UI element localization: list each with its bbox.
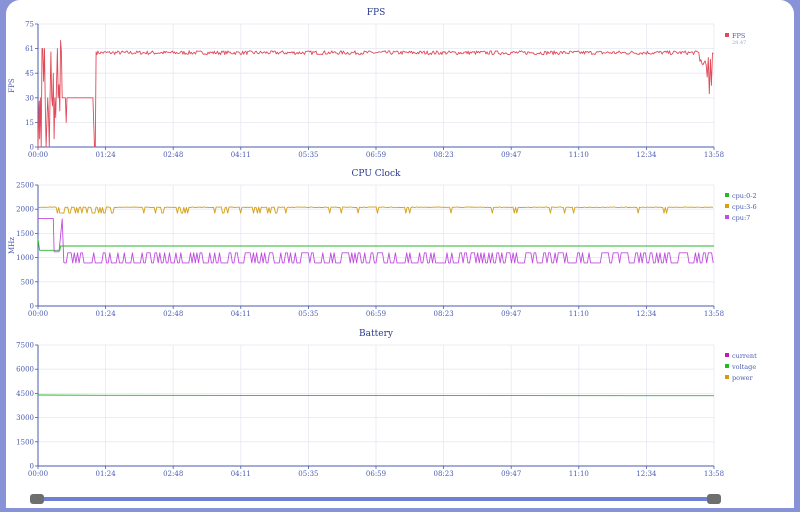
x-tick-label: 00:00 — [28, 470, 48, 478]
x-tick-label: 13:58 — [704, 470, 724, 478]
x-tick-label: 05:35 — [298, 310, 318, 318]
x-tick-label: 05:35 — [298, 151, 318, 159]
x-tick-label: 13:58 — [704, 151, 724, 159]
x-tick-label: 09:47 — [501, 310, 521, 318]
x-tick-label: 08:23 — [434, 151, 454, 159]
y-tick-label: 45 — [25, 70, 34, 78]
x-tick-label: 11:10 — [569, 151, 589, 159]
chart-title: CPU Clock — [352, 169, 401, 179]
zoom-slider-track — [36, 497, 716, 501]
legend-label: current — [732, 352, 757, 360]
y-tick-label: 2500 — [16, 182, 34, 190]
legend-label: FPS — [732, 32, 745, 40]
y-tick-label: 1500 — [16, 230, 34, 238]
y-tick-label: 500 — [21, 278, 34, 286]
y-tick-label: 4500 — [16, 390, 34, 398]
x-tick-label: 12:34 — [636, 310, 657, 318]
zoom-slider-handle-right[interactable] — [707, 494, 721, 504]
x-tick-label: 04:11 — [231, 470, 251, 478]
x-tick-label: 13:58 — [704, 310, 724, 318]
legend-swatch — [725, 364, 729, 368]
cpu36-series-line — [37, 206, 714, 214]
y-axis-label: MHz — [8, 237, 16, 254]
x-tick-label: 01:24 — [96, 151, 117, 159]
legend-label: cpu:7 — [732, 214, 750, 222]
x-tick-label: 11:10 — [569, 310, 589, 318]
x-tick-label: 06:59 — [366, 310, 386, 318]
x-tick-label: 06:59 — [366, 470, 386, 478]
y-tick-label: 2000 — [16, 206, 34, 214]
x-tick-label: 09:47 — [501, 151, 521, 159]
legend-swatch — [725, 375, 729, 379]
legend-swatch — [725, 33, 729, 37]
legend-label: voltage — [731, 363, 756, 371]
chart-title: FPS — [367, 8, 385, 18]
legend-swatch — [725, 193, 729, 197]
legend-swatch — [725, 215, 729, 219]
x-tick-label: 12:34 — [636, 151, 657, 159]
y-axis-label: FPS — [8, 78, 16, 93]
legend-swatch — [725, 353, 729, 357]
legend-value: 28.47 — [732, 40, 746, 46]
legend-label: cpu:0-2 — [732, 192, 757, 200]
legend-swatch — [725, 204, 729, 208]
x-tick-label: 06:59 — [366, 151, 386, 159]
x-tick-label: 05:35 — [298, 470, 318, 478]
x-tick-label: 02:48 — [163, 310, 183, 318]
x-tick-label: 02:48 — [163, 151, 183, 159]
x-tick-label: 08:23 — [434, 310, 454, 318]
y-tick-label: 75 — [25, 21, 34, 29]
legend-label: cpu:3-6 — [732, 203, 757, 211]
y-tick-label: 61 — [25, 45, 34, 53]
x-tick-label: 08:23 — [434, 470, 454, 478]
x-tick-label: 09:47 — [501, 470, 521, 478]
y-tick-label: 30 — [25, 94, 34, 102]
y-tick-label: 3000 — [16, 414, 34, 422]
charts-svg: FPS0153045617500:00 01:24 02:48 04:11 05:35 0… — [8, 8, 757, 504]
x-tick-label: 01:24 — [96, 470, 117, 478]
y-tick-label: 7500 — [16, 342, 34, 350]
x-tick-label: 02:48 — [163, 470, 183, 478]
chart-title: Battery — [359, 329, 394, 339]
x-tick-label: 00:00 — [28, 310, 48, 318]
legend-label: power — [732, 374, 753, 382]
y-tick-label: 1000 — [16, 254, 34, 262]
y-tick-label: 15 — [25, 119, 34, 127]
y-tick-label: 1500 — [16, 438, 34, 446]
x-tick-label: 04:11 — [231, 151, 251, 159]
x-tick-label: 00:00 — [28, 151, 48, 159]
zoom-slider-handle-left[interactable] — [30, 494, 44, 504]
x-tick-label: 12:34 — [636, 470, 657, 478]
x-tick-label: 11:10 — [569, 470, 589, 478]
x-tick-label: 01:24 — [96, 310, 117, 318]
chart-panel: FPS 0 15 30 45 61 75 00:00 01:24 02:48 04:11 05:35 0… — [6, 0, 794, 508]
voltage-series-line — [37, 394, 715, 397]
x-tick-label: 04:11 — [231, 310, 251, 318]
y-tick-label: 6000 — [16, 366, 34, 374]
